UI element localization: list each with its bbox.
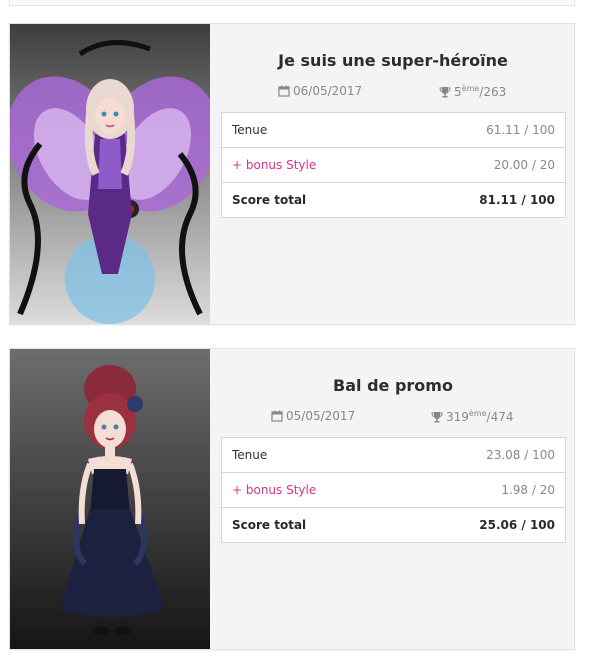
avatar-image[interactable] <box>10 24 210 324</box>
score-row-bonus: + bonus Style 1.98 / 20 <box>220 472 566 508</box>
entry-rank: 319ème/474 <box>431 409 514 424</box>
rank-total: /263 <box>479 85 507 99</box>
score-value: 1.98 / 20 <box>400 472 566 508</box>
score-label: Tenue <box>220 112 401 148</box>
superheroine-avatar <box>10 40 210 324</box>
rank-suffix: ème <box>461 84 480 93</box>
score-value: 81.11 / 100 <box>400 182 566 218</box>
entry-date: 05/05/2017 <box>271 409 355 423</box>
calendar-icon <box>278 85 290 97</box>
score-value: 61.11 / 100 <box>400 112 566 148</box>
entry-meta: 06/05/2017 5ème/263 <box>221 84 565 104</box>
score-row-total: Score total 25.06 / 100 <box>220 507 566 543</box>
entry-info: Bal de promo 05/05/2017 319ème/474 Tenue <box>220 349 566 543</box>
score-label: + bonus Style <box>220 147 401 183</box>
score-label: + bonus Style <box>220 472 401 508</box>
score-value: 20.00 / 20 <box>400 147 566 183</box>
rank-total: /474 <box>486 410 514 424</box>
calendar-icon <box>271 410 283 422</box>
entry-date: 06/05/2017 <box>278 84 362 98</box>
entry-meta: 05/05/2017 319ème/474 <box>221 409 565 429</box>
trophy-icon <box>431 412 443 423</box>
trophy-icon <box>439 87 451 98</box>
score-value: 25.06 / 100 <box>400 507 566 543</box>
score-label: Score total <box>220 182 401 218</box>
contest-entry-card: Je suis une super-héroïne 06/05/2017 5èm… <box>9 23 575 325</box>
score-row-bonus: + bonus Style 20.00 / 20 <box>220 147 566 183</box>
avatar-image[interactable] <box>10 349 210 649</box>
entry-rank: 5ème/263 <box>439 84 506 99</box>
previous-card-edge <box>9 0 575 6</box>
score-row-outfit: Tenue 23.08 / 100 <box>220 437 566 473</box>
score-value: 23.08 / 100 <box>400 437 566 473</box>
contest-title: Je suis une super-héroïne <box>278 51 508 70</box>
contest-entry-card: Bal de promo 05/05/2017 319ème/474 Tenue <box>9 348 575 650</box>
prom-avatar <box>60 365 165 635</box>
entry-info: Je suis une super-héroïne 06/05/2017 5èm… <box>220 24 566 218</box>
score-table: Tenue 23.08 / 100 + bonus Style 1.98 / 2… <box>220 437 566 543</box>
rank-position: 319 <box>446 410 469 424</box>
date-text: 05/05/2017 <box>286 409 356 423</box>
score-table: Tenue 61.11 / 100 + bonus Style 20.00 / … <box>220 112 566 218</box>
score-label: Tenue <box>220 437 401 473</box>
score-label: Score total <box>220 507 401 543</box>
contest-title: Bal de promo <box>333 376 453 395</box>
date-text: 06/05/2017 <box>293 84 363 98</box>
score-row-outfit: Tenue 61.11 / 100 <box>220 112 566 148</box>
rank-position: 5 <box>454 85 462 99</box>
score-row-total: Score total 81.11 / 100 <box>220 182 566 218</box>
rank-suffix: ème <box>468 409 487 418</box>
